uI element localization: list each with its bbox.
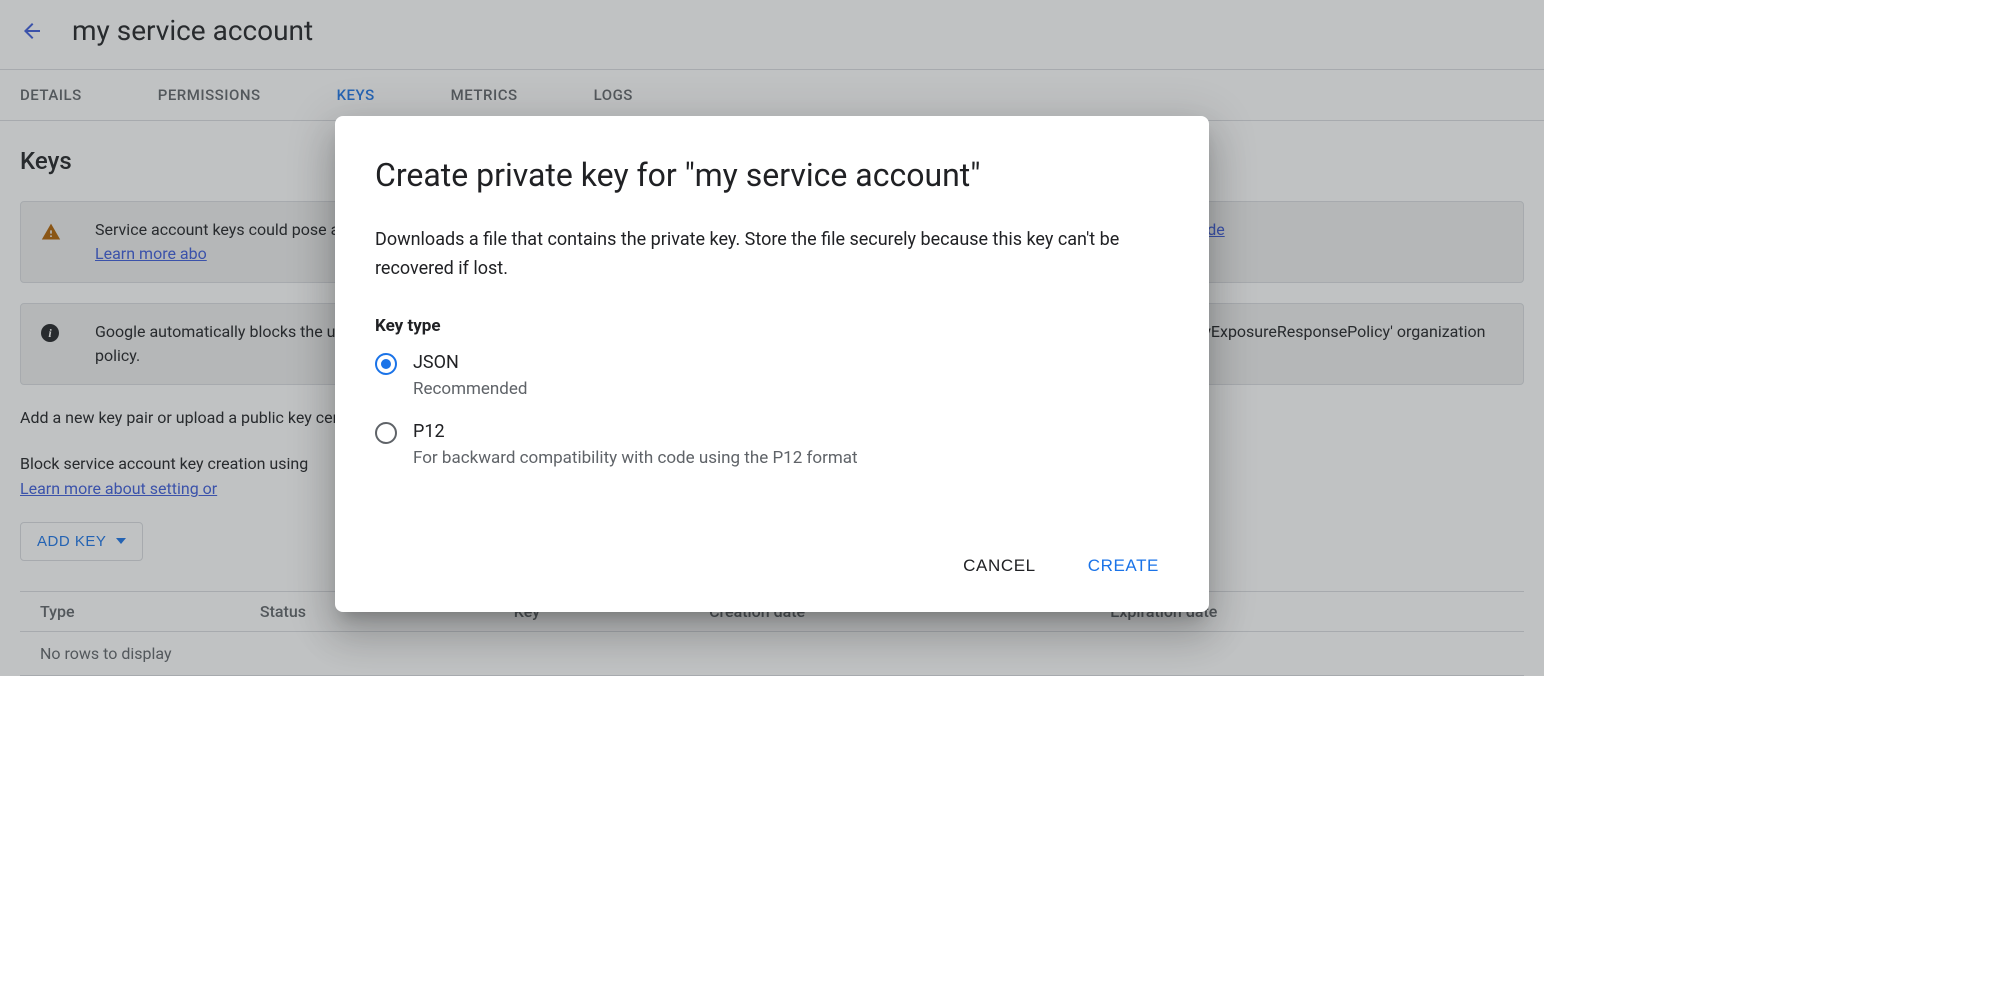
dialog-description: Downloads a file that contains the priva… <box>375 226 1169 284</box>
page-root: my service account DETAILS PERMISSIONS K… <box>0 0 1544 676</box>
dialog-actions: CANCEL CREATE <box>375 548 1169 584</box>
radio-p12-label: P12 <box>413 421 858 442</box>
radio-p12-sub: For backward compatibility with code usi… <box>413 448 858 468</box>
radio-p12-input[interactable] <box>375 422 397 444</box>
radio-json-sub: Recommended <box>413 379 528 399</box>
radio-option-p12[interactable]: P12 For backward compatibility with code… <box>375 421 1169 468</box>
key-type-group-label: Key type <box>375 316 1169 336</box>
cancel-button[interactable]: CANCEL <box>953 548 1046 584</box>
modal-scrim[interactable]: Create private key for "my service accou… <box>0 0 1544 676</box>
radio-json-label: JSON <box>413 352 528 373</box>
radio-json-input[interactable] <box>375 353 397 375</box>
dialog-title: Create private key for "my service accou… <box>375 156 1169 194</box>
create-button[interactable]: CREATE <box>1078 548 1169 584</box>
radio-option-json[interactable]: JSON Recommended <box>375 352 1169 399</box>
create-key-dialog: Create private key for "my service accou… <box>335 116 1209 612</box>
